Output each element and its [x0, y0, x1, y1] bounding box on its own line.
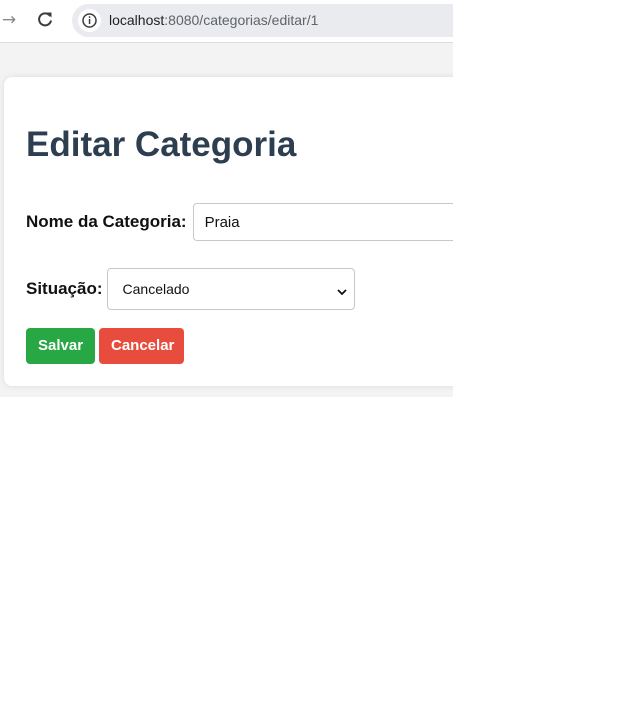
situacao-selected-value: Cancelado — [122, 281, 190, 297]
url-text[interactable]: localhost:8080/categorias/editar/1 — [109, 4, 318, 37]
cancel-button[interactable]: Cancelar — [99, 328, 184, 364]
nome-label: Nome da Categoria: — [26, 212, 187, 231]
button-row: Salvar Cancelar — [26, 328, 184, 364]
page-title: Editar Categoria — [26, 125, 297, 164]
info-icon[interactable] — [78, 9, 101, 32]
arrow-right-icon[interactable]: → — [0, 10, 18, 30]
nome-input[interactable] — [192, 203, 453, 241]
url-host: localhost — [109, 12, 165, 28]
save-button[interactable]: Salvar — [26, 328, 95, 364]
address-bar[interactable]: localhost:8080/categorias/editar/1 — [72, 4, 453, 37]
reload-icon[interactable] — [35, 9, 55, 31]
situacao-label: Situação: — [26, 279, 103, 298]
situacao-row: Situação: Cancelado — [26, 268, 355, 310]
nome-row: Nome da Categoria: — [26, 202, 453, 242]
situacao-select[interactable]: Cancelado — [106, 268, 355, 310]
form-card: Editar Categoria Nome da Categoria: Situ… — [4, 77, 453, 386]
browser-toolbar: → localhost:8080/categorias/editar/1 — [0, 0, 453, 43]
browser-viewport: → localhost:8080/categorias/editar/1 Edi… — [0, 0, 453, 397]
url-path: :8080/categorias/editar/1 — [164, 12, 319, 28]
chevron-down-icon — [336, 283, 348, 296]
